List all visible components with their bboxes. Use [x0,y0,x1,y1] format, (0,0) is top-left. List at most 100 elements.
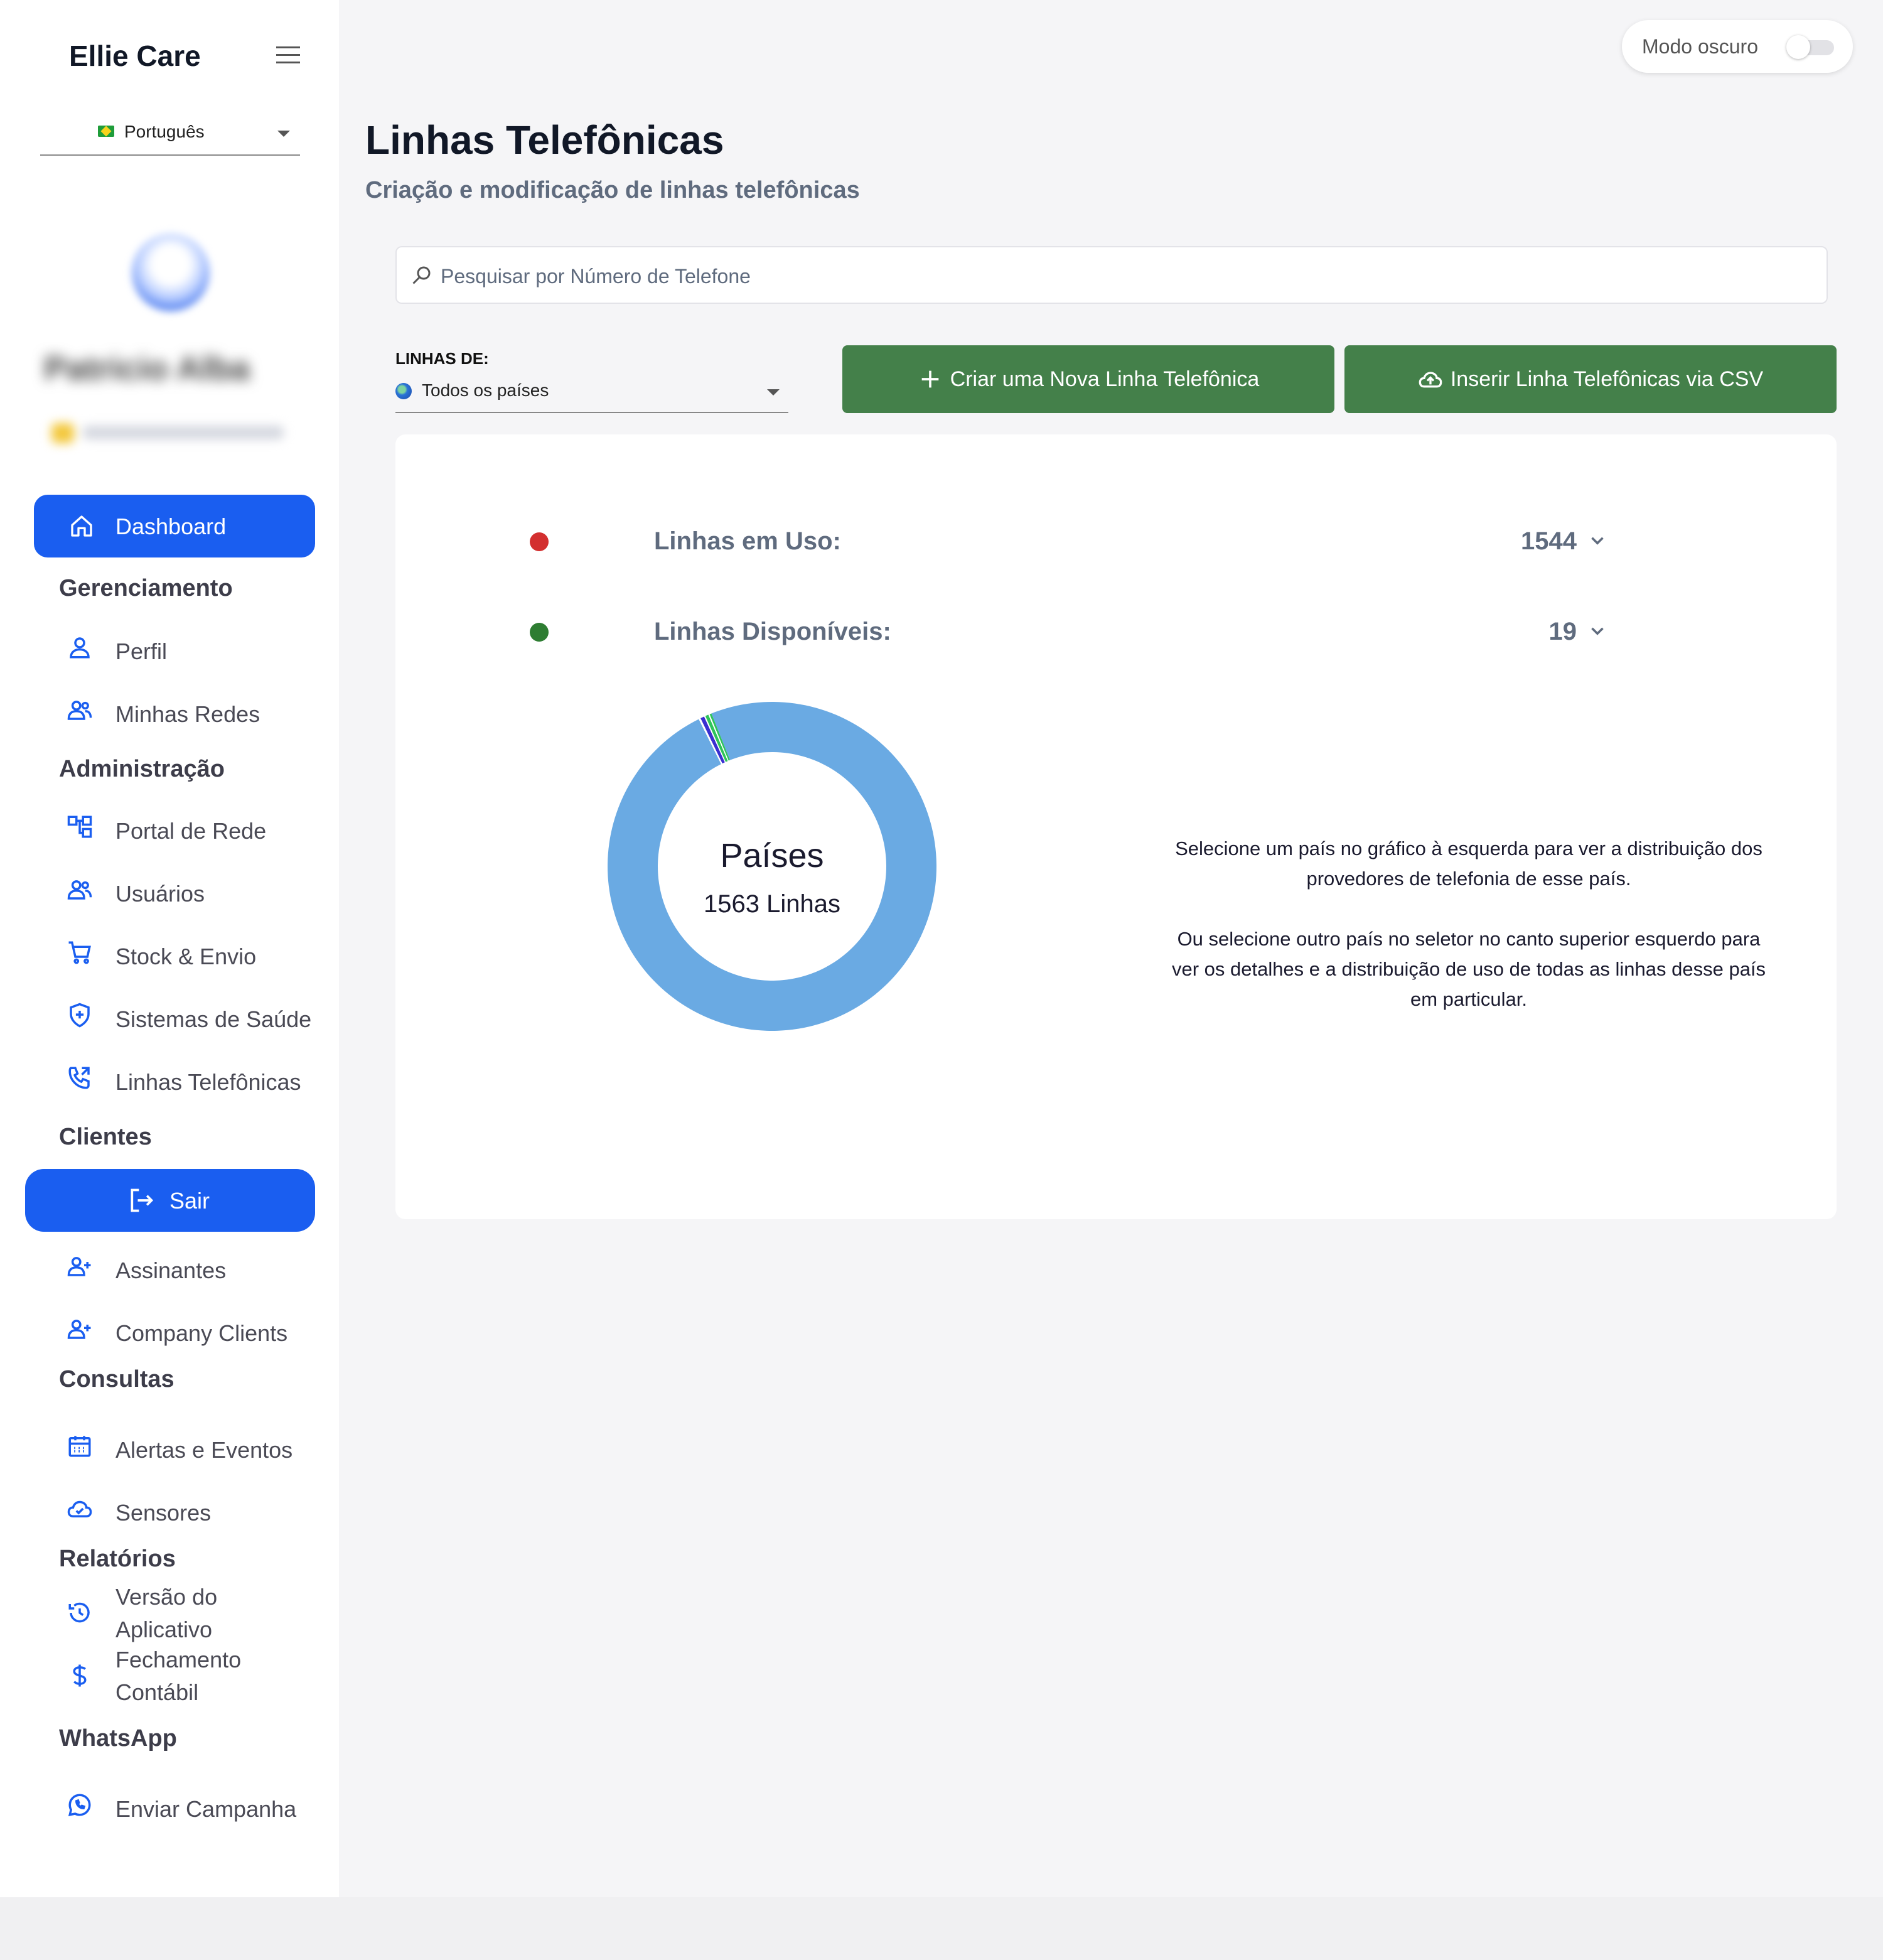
caret-down-icon [277,131,290,137]
chart-help-text: Selecione um país no gráfico à esquerda … [1167,834,1770,1045]
plus-icon [918,367,943,392]
sidebar-item-fechamento-contabil[interactable]: Fechamento Contábil [56,1644,333,1706]
create-line-button[interactable]: Criar uma Nova Linha Telefônica [842,345,1334,413]
search-bar [395,246,1828,304]
user-plus-icon [67,1253,93,1279]
shield-plus-icon [67,1002,93,1028]
dark-mode-label: Modo oscuro [1642,35,1758,58]
section-title-consultas: Consultas [59,1366,174,1392]
language-label: Português [124,122,205,141]
sidebar-item-linhas-telefonicas[interactable]: Linhas Telefônicas [56,1052,333,1102]
sidebar-item-alertas-eventos[interactable]: Alertas e Eventos [56,1420,333,1470]
upload-csv-label: Inserir Linha Telefônicas via CSV [1450,367,1764,391]
help-paragraph: Selecione um país no gráfico à esquerda … [1175,837,1762,890]
cart-icon [67,939,93,966]
sidebar-item-label: Sensores [115,1500,212,1526]
users-icon [67,876,93,903]
filter-label: LINHAS DE: [395,349,489,368]
sidebar-item-usuarios[interactable]: Usuários [56,864,333,914]
donut-center-subtitle: 1563 Linhas [704,890,840,918]
logout-icon [127,1187,156,1214]
page-subtitle: Criação e modificação de linhas telefôni… [365,177,860,203]
stat-label: Linhas Disponíveis: [654,618,891,645]
user-name: Patricio Alba [44,350,250,387]
sidebar-item-label: Versão do Aplicativo [115,1584,218,1642]
calendar-icon [67,1433,93,1459]
stat-row-in-use[interactable]: Linhas em Uso: 1544 [395,516,1837,566]
status-dot-red [530,532,549,551]
country-select-value: Todos os países [422,380,549,400]
sidebar-item-label: Fechamento Contábil [115,1647,242,1705]
sidebar-item-company-clients[interactable]: Company Clients [56,1303,333,1354]
stat-value: 1544 [1521,527,1577,555]
sidebar-item-perfil[interactable]: Perfil [56,622,333,672]
sidebar-item-label: Linhas Telefônicas [115,1069,301,1095]
section-title-administracao: Administração [59,756,225,782]
user-plus-icon [67,1316,93,1342]
user-icon [67,634,93,660]
sidebar-item-label: Usuários [115,881,205,907]
phone-icon [67,1065,93,1091]
donut-center-title: Países [720,837,824,875]
search-input[interactable] [441,259,1809,294]
sidebar-item-assinantes[interactable]: Assinantes [56,1241,333,1291]
users-icon [67,697,93,723]
section-title-clientes: Clientes [59,1124,152,1150]
dollar-icon [67,1662,93,1689]
network-icon [67,814,93,840]
page-title: Linhas Telefônicas [365,117,724,163]
help-paragraph: Ou selecione outro país no seletor no ca… [1171,928,1766,1010]
stat-label: Linhas em Uso: [654,527,841,555]
cloud-check-icon [67,1495,93,1522]
toggle-knob [1786,35,1810,59]
sidebar-item-sistemas-de-saude[interactable]: Sistemas de Saúde [56,989,333,1040]
caret-down-icon [767,389,780,396]
hamburger-menu-icon[interactable] [276,46,301,65]
sidebar-item-label: Perfil [115,638,168,664]
history-icon [67,1600,93,1626]
section-title-relatorios: Relatórios [59,1546,176,1572]
avatar [132,234,210,311]
sidebar-item-versao-aplicativo[interactable]: Versão do Aplicativo [56,1581,333,1644]
country-select[interactable]: Todos os países [395,375,788,413]
sidebar-item-stock-envio[interactable]: Stock & Envio [56,927,333,977]
stat-row-available[interactable]: Linhas Disponíveis: 19 [395,606,1837,657]
dark-mode-toggle[interactable]: Modo oscuro [1622,20,1853,73]
user-role-badge [51,419,290,444]
sidebar-item-label: Stock & Envio [115,944,257,969]
sidebar-item-label: Minhas Redes [115,701,260,727]
sidebar-item-label: Dashboard [115,514,227,539]
sidebar-item-portal-de-rede[interactable]: Portal de Rede [56,801,333,851]
cloud-upload-icon [1418,367,1443,392]
sidebar-item-label: Portal de Rede [115,818,267,844]
upload-csv-button[interactable]: Inserir Linha Telefônicas via CSV [1344,345,1837,413]
section-title-whatsapp: WhatsApp [59,1725,177,1752]
language-select[interactable]: Português [40,117,300,156]
sidebar-item-dashboard[interactable]: Dashboard [34,495,315,557]
section-title-gerenciamento: Gerenciamento [59,575,233,601]
brand-logo: Ellie Care [69,40,201,72]
search-icon [410,264,433,286]
chevron-down-icon[interactable] [1587,620,1608,642]
status-dot-green [530,623,549,642]
sidebar-item-label: Alertas e Eventos [115,1437,293,1463]
stat-value: 19 [1548,618,1577,645]
sidebar-item-minhas-redes[interactable]: Minhas Redes [56,684,333,735]
page-footer-strip [0,1897,1883,1960]
sidebar-item-label: Company Clients [115,1320,288,1346]
whatsapp-icon [67,1792,93,1818]
sidebar: Ellie Care Português Patricio Alba Dashb… [0,0,339,1897]
sidebar-item-sensores[interactable]: Sensores [56,1483,333,1533]
logout-button[interactable]: Sair [25,1169,315,1232]
sidebar-item-label: Assinantes [115,1257,227,1283]
chevron-down-icon[interactable] [1587,530,1608,551]
sidebar-item-enviar-campanha[interactable]: Enviar Campanha [56,1779,333,1829]
brazil-flag-icon [98,126,114,137]
create-line-label: Criar uma Nova Linha Telefônica [950,367,1260,391]
globe-icon [395,383,412,399]
sidebar-item-label: Enviar Campanha [115,1796,297,1822]
stats-card: Linhas em Uso: 1544 Linhas Disponíveis: … [395,434,1837,1219]
logout-label: Sair [169,1188,210,1214]
sidebar-item-label: Sistemas de Saúde [115,1006,312,1032]
home-icon [69,514,94,539]
